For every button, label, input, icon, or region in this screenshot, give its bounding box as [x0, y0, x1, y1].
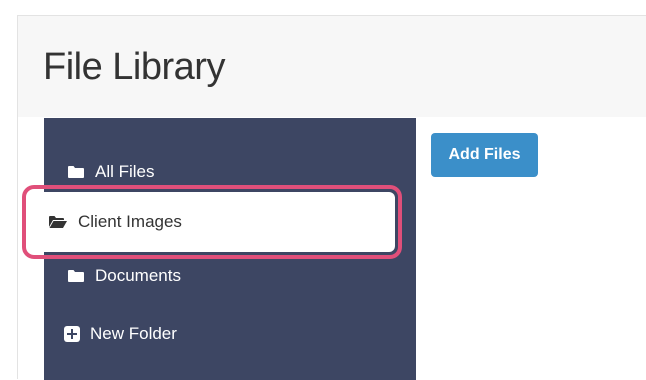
folder-open-icon: [48, 215, 67, 229]
plus-square-icon: [64, 326, 80, 342]
app-frame: File Library All Files Documents New Fol…: [0, 0, 646, 380]
page-title: File Library: [43, 46, 225, 88]
new-folder-label: New Folder: [90, 324, 177, 343]
sidebar-item-label: All Files: [95, 162, 155, 181]
sidebar-item-documents[interactable]: Documents: [44, 256, 416, 296]
add-files-button[interactable]: Add Files: [431, 133, 538, 177]
sidebar-item-label: Documents: [95, 266, 181, 285]
sidebar-item-label: Client Images: [78, 212, 182, 231]
page-header: File Library: [18, 16, 646, 117]
new-folder-button[interactable]: New Folder: [44, 314, 416, 354]
sidebar-item-client-images[interactable]: Client Images: [29, 192, 395, 252]
folder-icon: [67, 269, 85, 283]
folder-icon: [67, 165, 85, 179]
